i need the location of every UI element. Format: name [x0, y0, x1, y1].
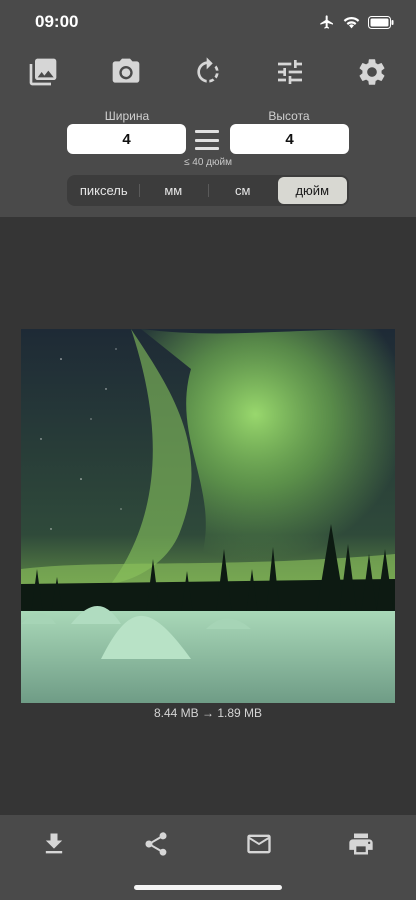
unit-mm[interactable]: мм [138, 177, 209, 204]
menu-icon-line [195, 130, 219, 133]
settings-button[interactable] [354, 54, 390, 90]
gallery-button[interactable] [25, 54, 61, 90]
print-button[interactable] [346, 829, 376, 859]
mail-icon [247, 834, 271, 854]
rotate-button[interactable] [190, 54, 226, 90]
width-label: Ширина [104, 109, 150, 123]
download-icon [45, 833, 63, 854]
wifi-icon [343, 15, 360, 29]
share-icon [145, 832, 167, 856]
camera-button[interactable] [108, 54, 144, 90]
camera-icon [112, 58, 140, 83]
print-icon [349, 833, 373, 855]
unit-pixel[interactable]: пиксель [69, 177, 139, 204]
status-icons [319, 13, 394, 31]
unit-inch[interactable]: дюйм [277, 177, 347, 204]
download-button[interactable] [39, 829, 69, 859]
height-input[interactable] [230, 124, 349, 154]
aspect-lock-button[interactable] [195, 130, 219, 150]
top-panel: 09:00 Ширина Высота 4 4 ≤ 40 дюйм пиксел… [0, 0, 416, 217]
airplane-icon [319, 14, 335, 30]
height-label: Высота [268, 109, 310, 123]
limit-note: ≤ 40 дюйм [184, 157, 232, 168]
bottom-bar [0, 815, 416, 900]
home-indicator[interactable] [134, 885, 282, 890]
adjust-button[interactable] [272, 54, 308, 90]
preview-image[interactable] [21, 329, 395, 703]
settings-icon [359, 59, 385, 85]
aurora-photo [21, 329, 395, 703]
mail-button[interactable] [244, 829, 274, 859]
status-time: 09:00 [35, 12, 79, 31]
adjust-icon [278, 60, 302, 84]
share-button[interactable] [141, 829, 171, 859]
width-input[interactable] [67, 124, 186, 154]
status-bar: 09:00 [0, 0, 416, 44]
rotate-icon [197, 57, 219, 83]
gallery-icon [29, 58, 57, 86]
menu-icon-line [195, 138, 219, 142]
battery-icon [368, 15, 394, 29]
unit-cm[interactable]: см [208, 177, 278, 204]
unit-selector: пиксель мм см дюйм [67, 175, 349, 206]
menu-icon-line [195, 147, 219, 150]
file-size-info: 8.44 MB → 1.89 MB [153, 706, 263, 720]
toolbar [0, 54, 416, 90]
